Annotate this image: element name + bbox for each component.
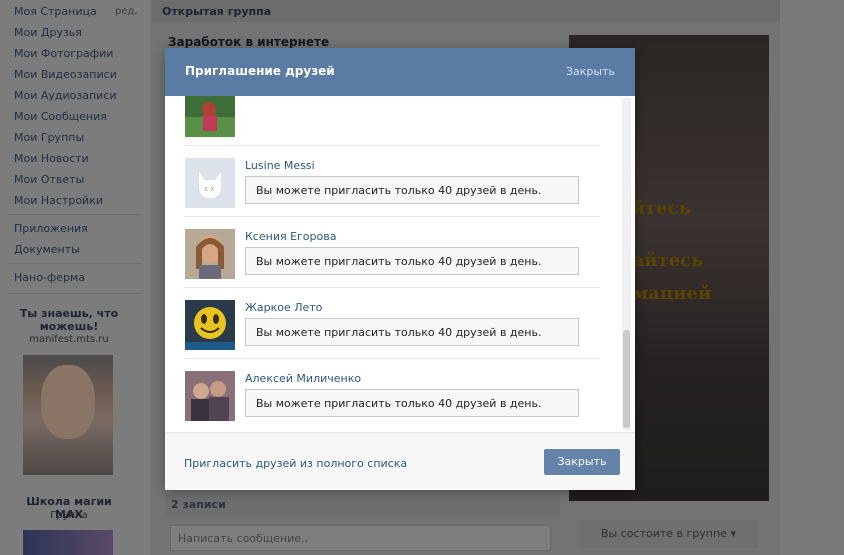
invite-from-full-list-link[interactable]: Пригласить друзей из полного списка (184, 457, 407, 470)
sidebar-item-documents[interactable]: Документы (14, 243, 80, 256)
list-item[interactable] (185, 96, 600, 146)
sidebar-item-audio[interactable]: Мои Аудиозаписи (14, 89, 117, 102)
chevron-down-icon: ▾ (730, 527, 736, 540)
list-item[interactable]: Ксения Егорова Вы можете пригласить толь… (185, 217, 600, 288)
sidebar-item-news[interactable]: Мои Новости (14, 152, 89, 165)
sidebar-item-apps[interactable]: Приложения (14, 222, 88, 235)
right-margin (780, 0, 844, 555)
cover-caption: айтесь (620, 198, 691, 219)
cover-caption: рмацией (620, 283, 712, 304)
avatar[interactable] (185, 229, 235, 279)
scrollbar-thumb[interactable] (623, 330, 630, 428)
sidebar-item-groups[interactable]: Мои Группы (14, 131, 84, 144)
membership-button[interactable]: Вы состоите в группе ▾ (579, 520, 758, 548)
dialog-header: Приглашение друзей Закрыть (165, 48, 635, 96)
sidebar-item-settings[interactable]: Мои Настройки (14, 194, 103, 207)
sidebar-divider (8, 214, 142, 215)
ad-title[interactable]: Ты знаешь, что можешь! (14, 307, 124, 333)
sidebar-edit-link[interactable]: ред. (115, 6, 138, 17)
svg-text:x x: x x (204, 185, 215, 193)
ad-subtitle: Группа (50, 510, 88, 521)
message-input[interactable]: Написать сообщение.. (170, 525, 551, 551)
avatar[interactable] (185, 371, 235, 421)
avatar[interactable]: x x (185, 158, 235, 208)
sidebar-item-nano-farm[interactable]: Нано-ферма (14, 271, 85, 284)
list-item[interactable]: Алексей Миличенко Вы можете пригласить т… (185, 359, 600, 430)
invite-status-box: Вы можете пригласить только 40 друзей в … (245, 318, 579, 346)
friends-list[interactable]: x x Lusine Messi Вы можете пригласить то… (165, 96, 635, 478)
records-header: 2 записи (165, 494, 560, 516)
dialog-footer: Пригласить друзей из полного списка Закр… (165, 432, 635, 490)
avatar[interactable] (185, 300, 235, 350)
list-item[interactable]: x x Lusine Messi Вы можете пригласить то… (185, 146, 600, 217)
list-scrollbar[interactable] (622, 98, 631, 430)
ad-image[interactable] (23, 355, 113, 475)
sidebar-divider (8, 293, 142, 294)
friend-name[interactable]: Алексей Миличенко (245, 372, 361, 385)
invite-status-box: Вы можете пригласить только 40 друзей в … (245, 389, 579, 417)
sidebar-divider (8, 263, 142, 264)
list-item[interactable]: Жаркое Лето Вы можете пригласить только … (185, 288, 600, 359)
friend-name[interactable]: Lusine Messi (245, 159, 315, 172)
dialog-close-link[interactable]: Закрыть (566, 65, 615, 78)
ad-domain: manifest.mts.ru (29, 334, 109, 345)
invite-friends-dialog: Приглашение друзей Закрыть x x Lusine Me… (165, 48, 635, 490)
ad-image[interactable] (23, 530, 113, 555)
group-name: Заработок в интернете (168, 35, 330, 49)
group-type: Открытая группа (162, 5, 272, 18)
friend-name[interactable]: Ксения Егорова (245, 230, 336, 243)
sidebar-item-messages[interactable]: Мои Сообщения (14, 110, 107, 123)
sidebar-item-friends[interactable]: Мои Друзья (14, 26, 82, 39)
group-header: Открытая группа (152, 0, 780, 22)
close-button[interactable]: Закрыть (544, 449, 620, 475)
cover-caption: вайтесь (620, 250, 704, 271)
invite-status-box: Вы можете пригласить только 40 друзей в … (245, 247, 579, 275)
sidebar-item-videos[interactable]: Мои Видеозаписи (14, 68, 117, 81)
membership-label: Вы состоите в группе (601, 527, 727, 540)
dialog-title: Приглашение друзей (185, 64, 335, 78)
invite-status-box: Вы можете пригласить только 40 друзей в … (245, 176, 579, 204)
sidebar-item-my-page[interactable]: Моя Страница (14, 5, 97, 18)
left-sidebar: Моя Страница ред. Мои Друзья Мои Фотогра… (0, 0, 150, 555)
sidebar-item-photos[interactable]: Мои Фотографии (14, 47, 113, 60)
sidebar-item-answers[interactable]: Мои Ответы (14, 173, 84, 186)
records-count: 2 записи (171, 498, 226, 511)
friend-name[interactable]: Жаркое Лето (245, 301, 322, 314)
avatar[interactable] (185, 96, 235, 137)
